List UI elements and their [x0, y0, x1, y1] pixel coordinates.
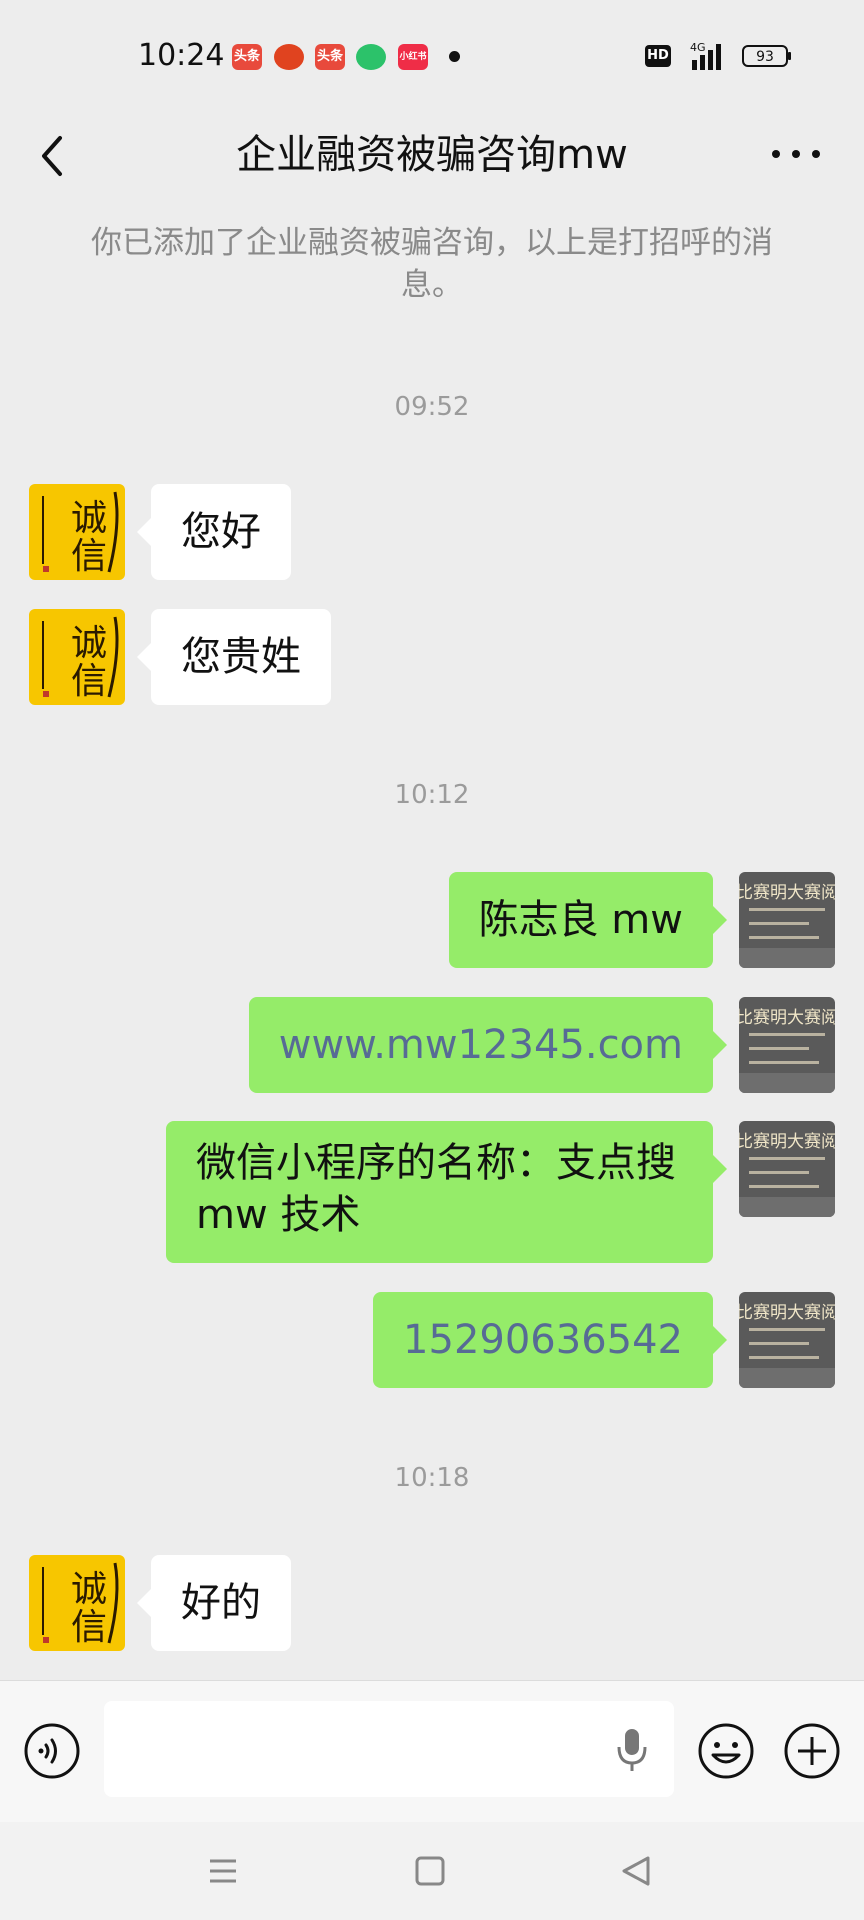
hd-icon: HD	[645, 45, 671, 67]
network-label: 4G	[690, 41, 706, 54]
voice-input-icon[interactable]	[22, 1721, 82, 1781]
plus-icon[interactable]	[782, 1721, 842, 1781]
message-bubble-sent[interactable]: 陈志良 mw	[448, 872, 728, 968]
toutiao-icon-2: 头条	[315, 44, 345, 70]
xiaohongshu-icon: 小红书	[398, 44, 428, 70]
microphone-icon[interactable]	[612, 1725, 652, 1775]
message-text: 您好	[181, 509, 261, 555]
self-avatar[interactable]: 比赛明大赛阅	[739, 1121, 835, 1217]
input-bar	[0, 1680, 864, 1823]
self-avatar[interactable]: 比赛明大赛阅	[739, 997, 835, 1093]
message-link[interactable]: www.mw12345.com	[279, 1022, 683, 1068]
status-bar: 10:24 头条 头条 小红书 HD 4G 93	[0, 0, 864, 112]
home-icon[interactable]	[405, 1846, 455, 1896]
more-options-icon[interactable]	[766, 134, 826, 174]
system-notice: 你已添加了企业融资被骗咨询，以上是打招呼的消息。	[91, 225, 773, 303]
self-avatar[interactable]: 比赛明大赛阅	[739, 1292, 835, 1388]
svg-text:信: 信	[71, 1607, 107, 1648]
pinduoduo-icon	[274, 44, 304, 70]
emoji-icon[interactable]	[696, 1721, 756, 1781]
notification-dot-icon	[449, 51, 460, 62]
status-time: 10:24	[138, 38, 225, 73]
timestamp-separator: 10:12	[394, 780, 470, 810]
svg-text:比赛明大赛阅: 比赛明大赛阅	[739, 1302, 835, 1323]
green-app-icon	[356, 44, 386, 70]
contact-avatar[interactable]: 诚 信	[29, 484, 125, 580]
signal-icon: 4G	[690, 41, 721, 70]
message-input[interactable]	[104, 1701, 674, 1797]
self-avatar[interactable]: 比赛明大赛阅	[739, 872, 835, 968]
contact-avatar[interactable]: 诚 信	[29, 1555, 125, 1651]
message-text: 您贵姓	[181, 634, 301, 680]
message-text: 陈志良 mw	[478, 897, 683, 943]
message-bubble-received[interactable]: 您好	[137, 484, 291, 580]
svg-text:诚: 诚	[71, 623, 107, 664]
battery-icon: 93	[742, 45, 791, 67]
svg-text:比赛明大赛阅: 比赛明大赛阅	[739, 1131, 835, 1152]
contact-avatar[interactable]: 诚 信	[29, 609, 125, 705]
message-phone-link[interactable]: 15290636542	[403, 1317, 683, 1363]
svg-text:比赛明大赛阅: 比赛明大赛阅	[739, 1007, 835, 1028]
svg-text:信: 信	[71, 661, 107, 702]
svg-text:信: 信	[71, 536, 107, 577]
toutiao-icon: 头条	[232, 44, 262, 70]
message-text: 好的	[181, 1580, 261, 1626]
battery-level: 93	[756, 49, 774, 65]
svg-text:诚: 诚	[71, 498, 107, 539]
back-nav-icon[interactable]	[612, 1846, 662, 1896]
back-arrow-icon[interactable]	[34, 126, 74, 186]
chat-header: 企业融资被骗咨询mw	[0, 112, 864, 198]
message-bubble-sent[interactable]: 15290636542	[373, 1292, 727, 1388]
svg-text:比赛明大赛阅: 比赛明大赛阅	[739, 882, 835, 903]
timestamp-separator: 10:18	[394, 1463, 470, 1493]
timestamp-separator: 09:52	[394, 392, 470, 422]
message-text: 微信小程序的名称：支点搜mw 技术	[196, 1140, 676, 1238]
message-bubble-sent[interactable]: www.mw12345.com	[248, 997, 728, 1093]
menu-icon[interactable]	[198, 1846, 248, 1896]
message-bubble-sent[interactable]: 微信小程序的名称：支点搜mw 技术	[166, 1121, 727, 1263]
chat-title: 企业融资被骗咨询mw	[236, 132, 628, 178]
message-bubble-received[interactable]: 您贵姓	[137, 609, 331, 705]
system-nav-bar	[0, 1822, 864, 1920]
message-bubble-received[interactable]: 好的	[137, 1555, 291, 1651]
svg-text:诚: 诚	[71, 1569, 107, 1610]
